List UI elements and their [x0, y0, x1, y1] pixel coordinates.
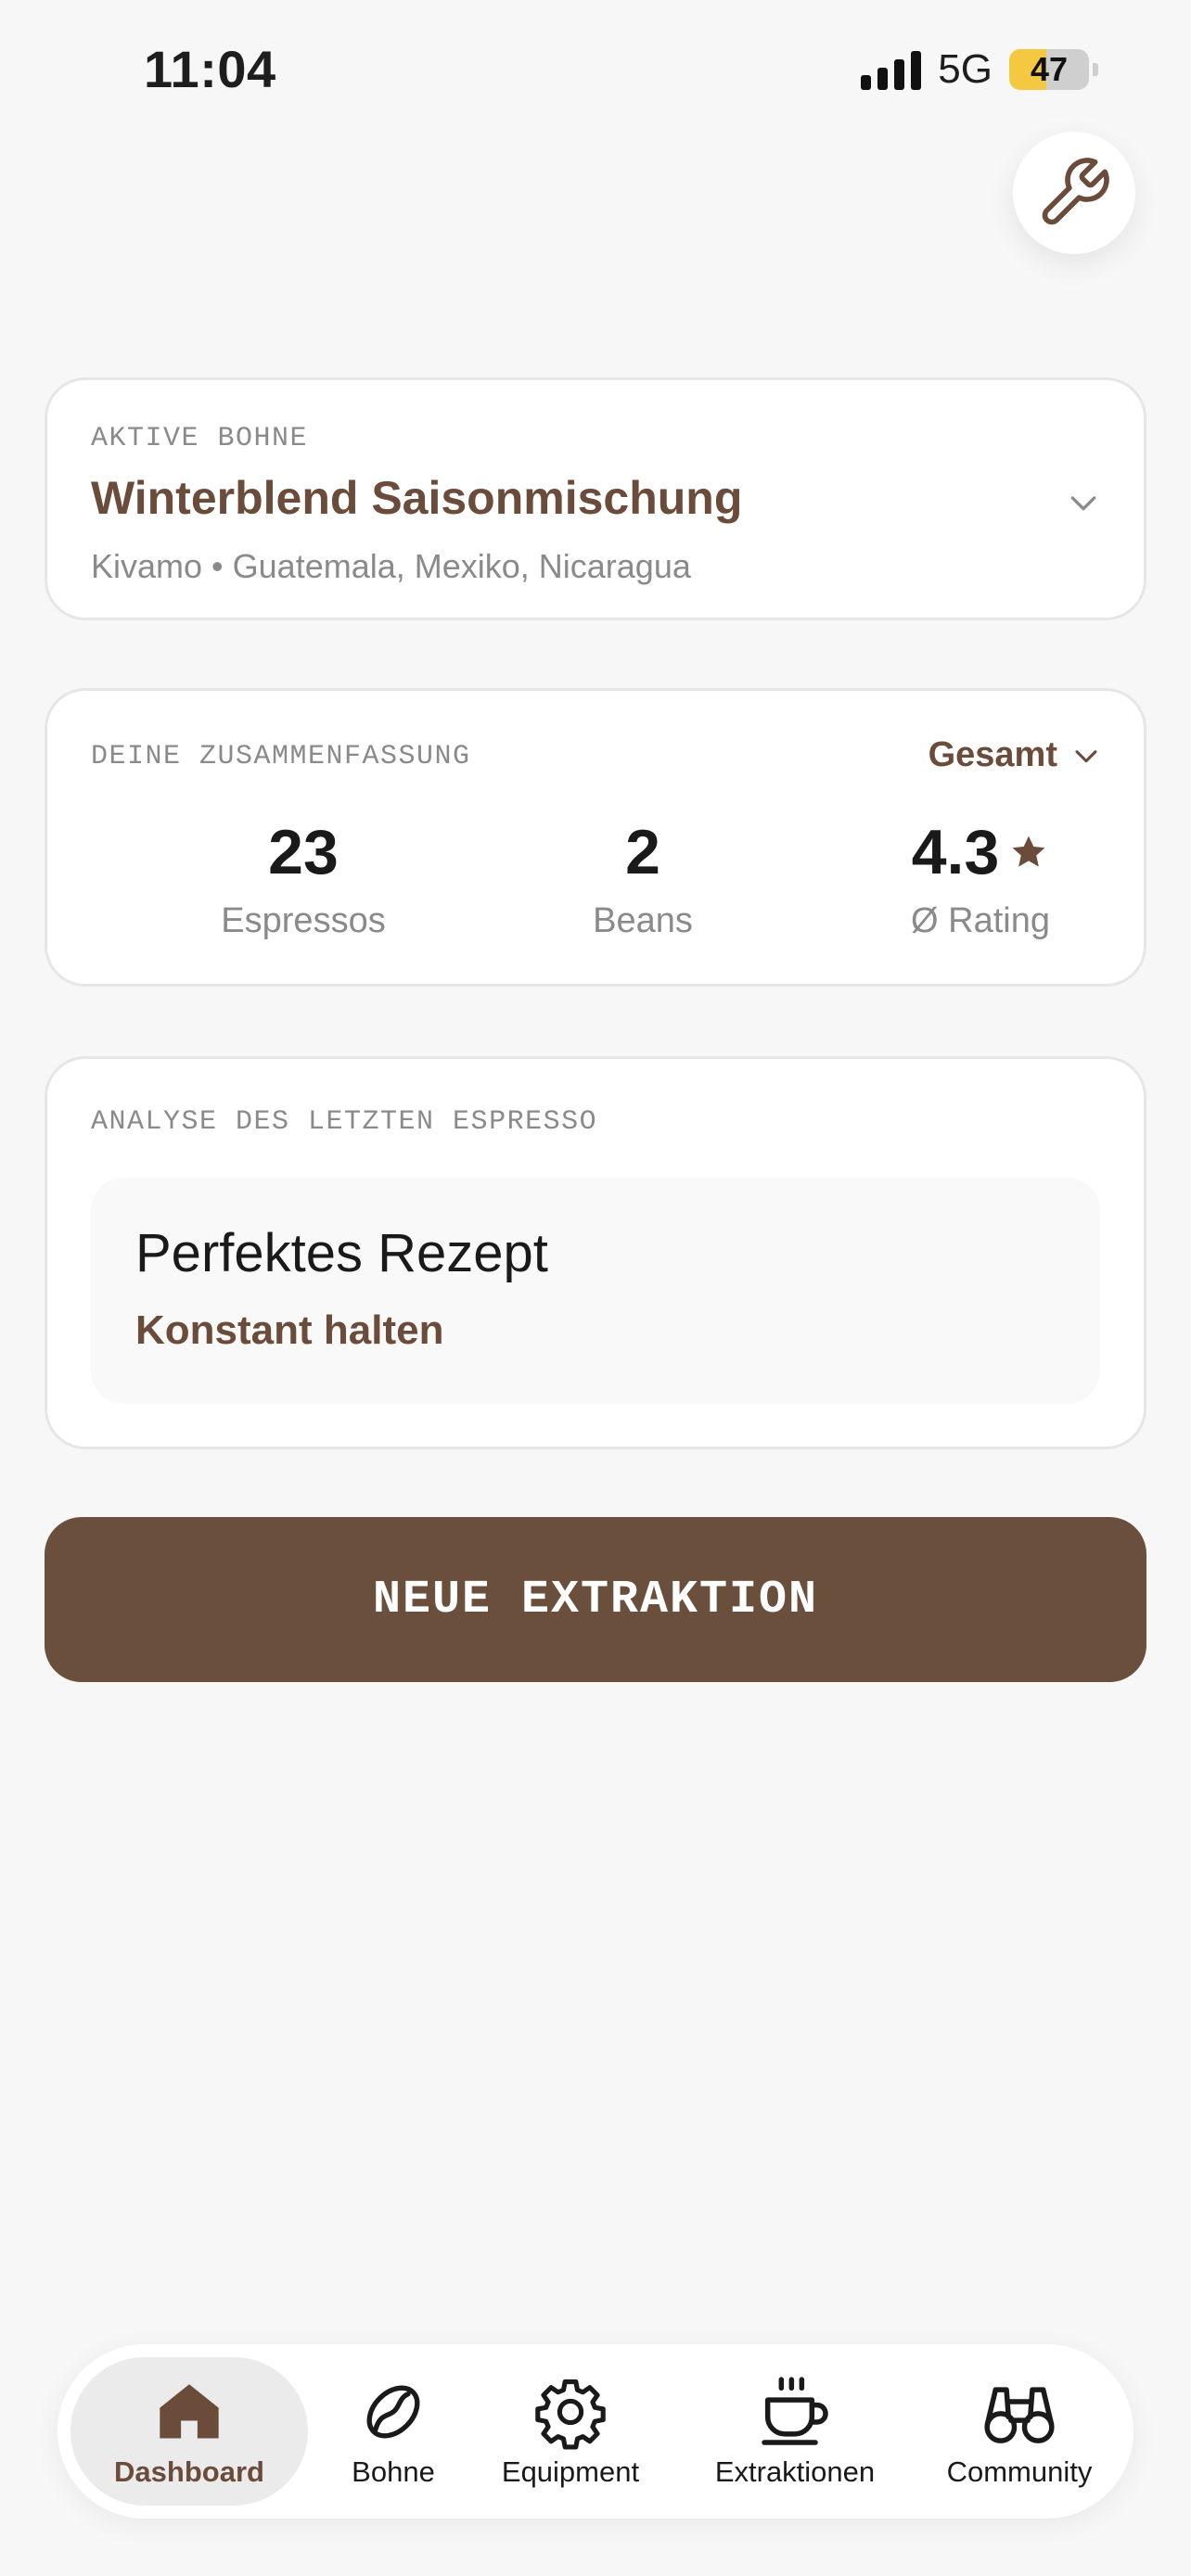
- battery-level: 47: [1030, 50, 1069, 88]
- house-icon: [160, 2384, 219, 2439]
- tab-bohne[interactable]: Bohne: [319, 2357, 467, 2506]
- tab-label: Equipment: [501, 2455, 640, 2488]
- stat-espressos: 23 Espressos: [136, 816, 470, 941]
- active-bean-eyebrow: AKTIVE BOHNE: [91, 423, 309, 454]
- bean-origin: Kivamo • Guatemala, Mexiko, Nicaragua: [91, 547, 691, 585]
- tab-label: Community: [946, 2455, 1093, 2488]
- stat-value: 4.3: [911, 817, 1000, 887]
- summary-eyebrow: DEINE ZUSAMMENFASSUNG: [91, 741, 471, 772]
- tab-community[interactable]: Community: [915, 2357, 1124, 2506]
- tab-bar: Dashboard Bohne Equipment Extraktionen C…: [58, 2344, 1133, 2519]
- analysis-card: ANALYSE DES LETZTEN ESPRESSO Perfektes R…: [45, 1056, 1146, 1449]
- stat-label: Beans: [593, 901, 693, 940]
- stat-label: Ø Rating: [911, 901, 1050, 940]
- chevron-down-icon[interactable]: [1065, 484, 1102, 521]
- tools-button[interactable]: [1013, 132, 1135, 254]
- battery-icon: 47: [1009, 49, 1089, 90]
- active-bean-card[interactable]: AKTIVE BOHNE Winterblend Saisonmischung …: [45, 377, 1146, 620]
- summary-card: DEINE ZUSAMMENFASSUNG Gesamt 23 Espresso…: [45, 688, 1146, 987]
- chevron-down-icon: [1075, 749, 1097, 762]
- status-time: 11:04: [144, 40, 276, 98]
- tab-label: Bohne: [352, 2455, 435, 2488]
- bean-name: Winterblend Saisonmischung: [91, 472, 743, 524]
- new-extraction-button[interactable]: NEUE EXTRAKTION: [45, 1517, 1146, 1682]
- star-icon: [1012, 835, 1045, 867]
- wrench-icon: [1042, 158, 1109, 225]
- tab-extraktionen[interactable]: Extraktionen: [679, 2357, 911, 2506]
- gear-icon: [535, 2378, 606, 2450]
- signal-icon: [861, 49, 922, 90]
- tab-label: Dashboard: [114, 2455, 264, 2488]
- binoculars-icon: [984, 2387, 1055, 2443]
- stat-value: 2: [625, 817, 660, 887]
- tab-equipment[interactable]: Equipment: [473, 2357, 668, 2506]
- analysis-title: Perfektes Rezept: [135, 1223, 548, 1283]
- tab-dashboard[interactable]: Dashboard: [70, 2357, 308, 2506]
- network-label: 5G: [938, 46, 992, 92]
- period-dropdown[interactable]: Gesamt: [928, 735, 1102, 775]
- stat-value: 23: [268, 817, 339, 887]
- analysis-eyebrow: ANALYSE DES LETZTEN ESPRESSO: [91, 1106, 598, 1138]
- battery-cap: [1093, 63, 1098, 76]
- tab-label: Extraktionen: [714, 2455, 876, 2488]
- stat-label: Espressos: [221, 901, 386, 940]
- coffee-bean-icon: [366, 2385, 420, 2439]
- stat-rating: 4.3 Ø Rating: [813, 816, 1147, 941]
- analysis-subtitle: Konstant halten: [135, 1307, 444, 1353]
- analysis-result: Perfektes Rezept Konstant halten: [91, 1178, 1100, 1404]
- period-label: Gesamt: [928, 735, 1057, 774]
- coffee-cup-icon: [762, 2377, 828, 2445]
- stat-beans: 2 Beans: [476, 816, 810, 941]
- status-indicators: 5G 47: [861, 46, 1098, 93]
